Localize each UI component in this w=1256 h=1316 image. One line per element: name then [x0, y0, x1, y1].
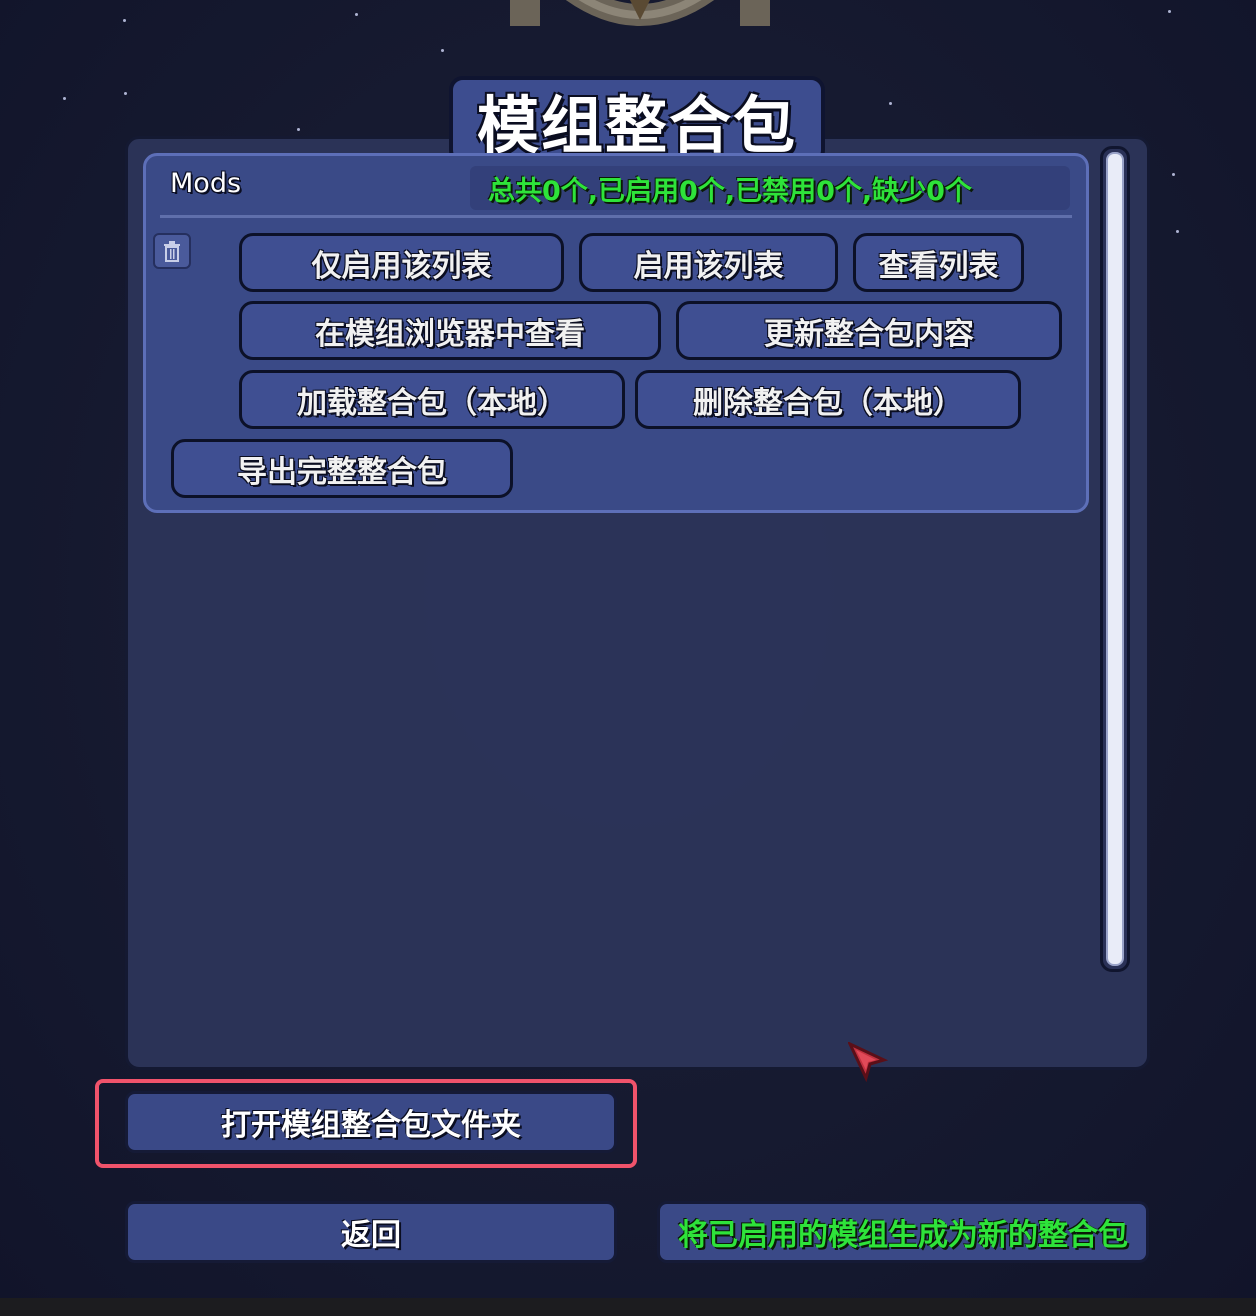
- back-label: 返回: [341, 1218, 401, 1253]
- export-full-modpack-button[interactable]: 导出完整整合包: [171, 439, 513, 498]
- modpack-name: Mods: [170, 168, 242, 199]
- background-star: [124, 92, 127, 95]
- background-star: [1172, 173, 1175, 176]
- delete-modpack-local-button[interactable]: 删除整合包（本地）: [635, 370, 1021, 429]
- background-star: [1176, 230, 1179, 233]
- highlight-box: [95, 1079, 637, 1168]
- background-star: [889, 102, 892, 105]
- update-modpack-content-button[interactable]: 更新整合包内容: [676, 301, 1062, 360]
- enable-only-list-button[interactable]: 仅启用该列表: [239, 233, 564, 292]
- enable-list-button[interactable]: 启用该列表: [579, 233, 838, 292]
- delete-modpack-button[interactable]: [153, 233, 191, 269]
- taskbar-strip: [0, 1298, 1256, 1316]
- list-scrollbar-thumb[interactable]: [1106, 152, 1124, 966]
- background-star: [123, 19, 126, 22]
- load-modpack-local-button[interactable]: 加载整合包（本地）: [239, 370, 625, 429]
- dialog-title: 模组整合包: [449, 76, 825, 164]
- export-full-modpack-label: 导出完整整合包: [237, 454, 447, 490]
- background-star: [63, 97, 66, 100]
- load-modpack-local-label: 加载整合包（本地）: [297, 385, 567, 421]
- view-in-mod-browser-label: 在模组浏览器中查看: [315, 316, 585, 352]
- enable-only-list-label: 仅启用该列表: [311, 248, 492, 284]
- modpack-stats: 总共0个,已启用0个,已禁用0个,缺少0个: [470, 166, 1070, 210]
- save-enabled-as-new-modpack-label: 将已启用的模组生成为新的整合包: [678, 1218, 1128, 1253]
- modpack-stats-text: 总共0个,已启用0个,已禁用0个,缺少0个: [488, 175, 972, 207]
- dialog-title-text: 模组整合包: [476, 89, 797, 162]
- save-enabled-as-new-modpack-button[interactable]: 将已启用的模组生成为新的整合包: [657, 1201, 1149, 1263]
- trash-icon: [164, 241, 180, 262]
- back-button[interactable]: 返回: [125, 1201, 617, 1263]
- enable-list-label: 启用该列表: [633, 248, 784, 284]
- view-list-label: 查看列表: [878, 248, 999, 284]
- update-modpack-content-label: 更新整合包内容: [764, 316, 974, 352]
- entry-divider: [160, 215, 1072, 218]
- emblem-decoration: [510, 0, 770, 26]
- view-list-button[interactable]: 查看列表: [853, 233, 1024, 292]
- background-star: [1168, 10, 1171, 13]
- delete-modpack-local-label: 删除整合包（本地）: [693, 385, 963, 421]
- background-star: [355, 13, 358, 16]
- background-star: [441, 49, 444, 52]
- mouse-cursor-icon: [848, 1042, 888, 1082]
- background-star: [297, 128, 300, 131]
- view-in-mod-browser-button[interactable]: 在模组浏览器中查看: [239, 301, 661, 360]
